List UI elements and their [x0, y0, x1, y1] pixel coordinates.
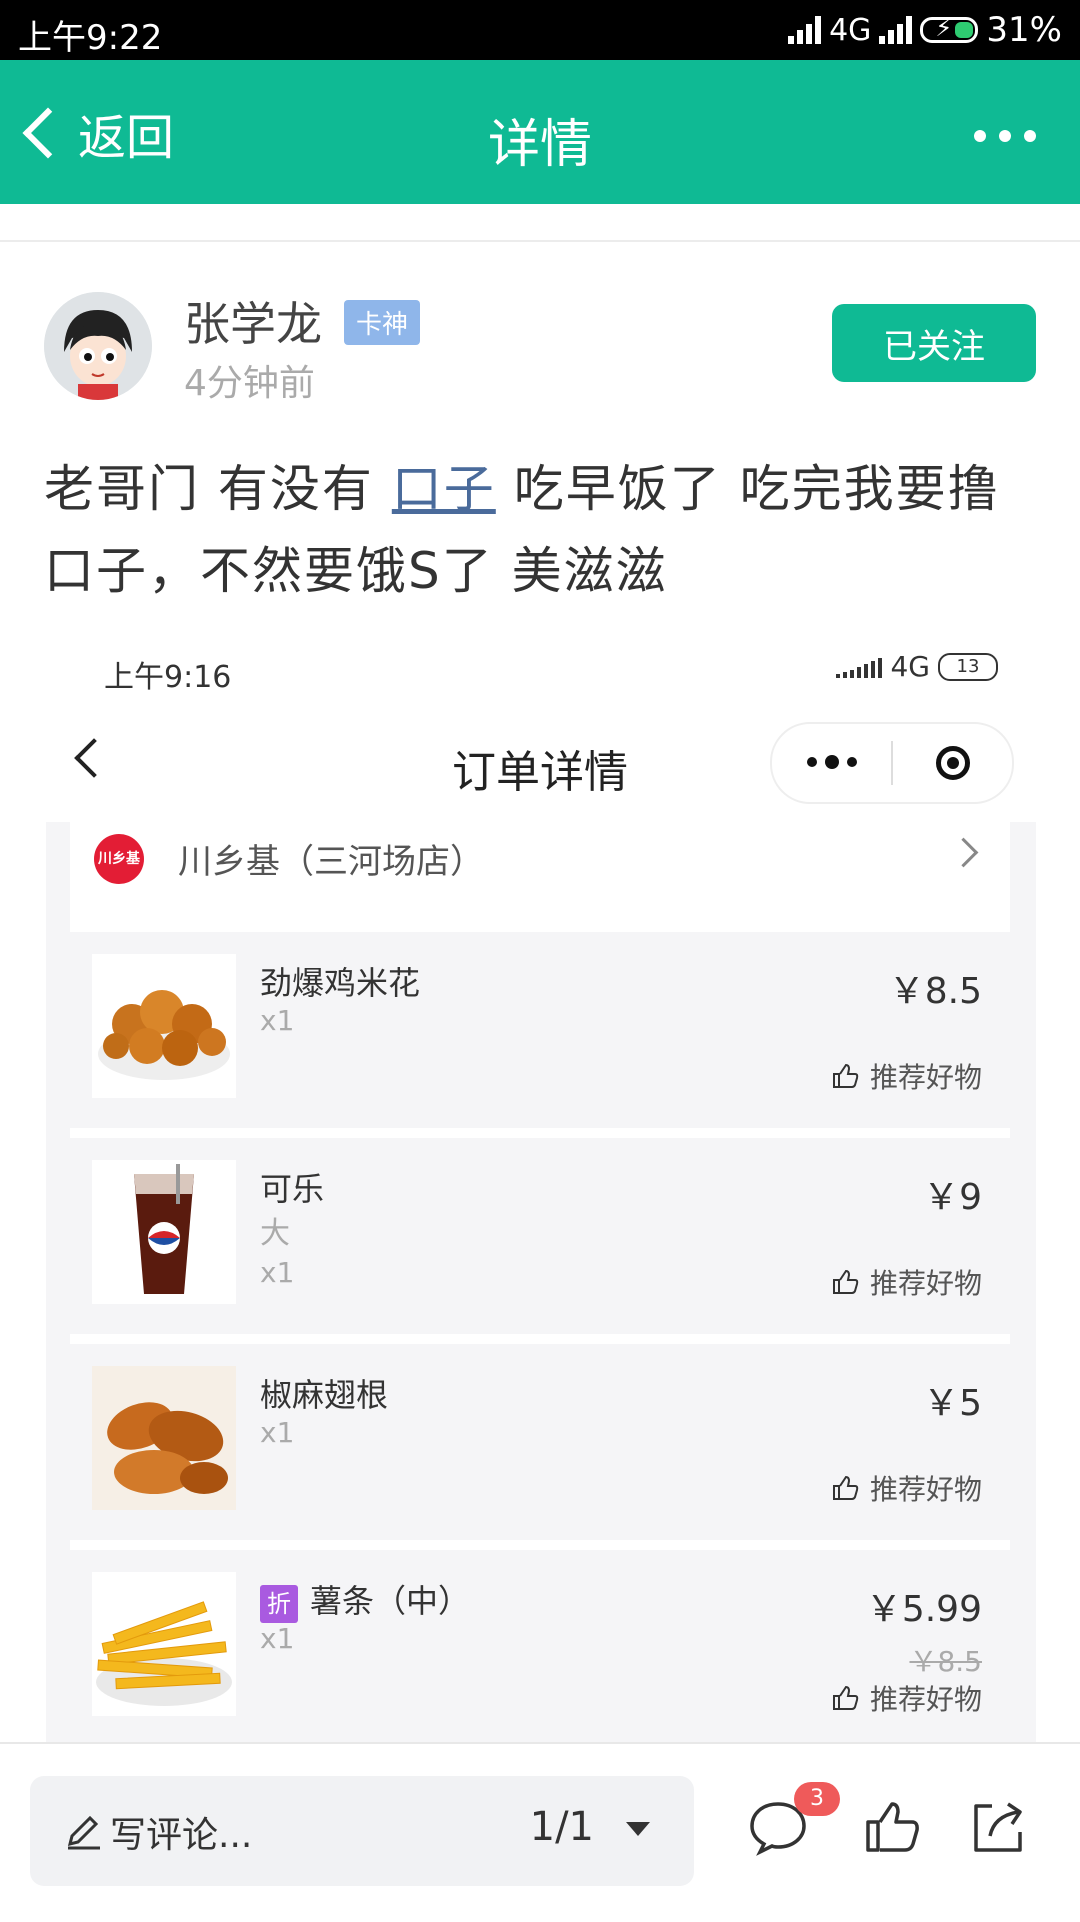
- like-icon[interactable]: [862, 1796, 922, 1856]
- item-price: ￥5.99: [865, 1589, 982, 1630]
- item-old-price: ￥8.5: [909, 1645, 982, 1678]
- post-text: 老哥门 有没有 口子 吃早饭了 吃完我要撸口子，不然要饿S了 美滋滋: [44, 448, 1040, 612]
- comment-placeholder: 写评论...: [110, 1815, 253, 1856]
- item-name: 劲爆鸡米花: [260, 964, 421, 1002]
- image-more-icon: [772, 755, 891, 769]
- nav-bar: 返回 详情: [0, 60, 1080, 204]
- pencil-icon: [67, 1815, 100, 1850]
- author-row: 张学龙 卡神 4分钟前 已关注: [44, 292, 1036, 412]
- thumbs-up-icon: [832, 1269, 859, 1294]
- item-image: [92, 1366, 236, 1510]
- signal-icon-2: [879, 16, 913, 44]
- bottom-bar: 写评论... 1/1 3: [0, 1742, 1080, 1922]
- page-title: 详情: [487, 115, 592, 175]
- item-image: [92, 1160, 236, 1304]
- thumbs-up-icon: [832, 1475, 859, 1500]
- chevron-down-icon[interactable]: [626, 1822, 650, 1836]
- recommend-label: 推荐好物: [869, 1473, 982, 1506]
- signal-icon: [788, 16, 822, 44]
- item-qty: x1: [260, 1004, 295, 1037]
- recommend-button: 推荐好物: [830, 1468, 982, 1508]
- item-name: 椒麻翅根: [260, 1376, 389, 1414]
- follow-button[interactable]: 已关注: [832, 304, 1036, 382]
- discount-badge: 折: [260, 1585, 298, 1623]
- recommend-label: 推荐好物: [869, 1061, 982, 1094]
- order-item: 折薯条（中） x1 ￥5.99 ￥8.5 推荐好物: [70, 1550, 1010, 1742]
- recommend-button: 推荐好物: [830, 1678, 982, 1718]
- order-item: 可乐 大 x1 ￥9 推荐好物: [70, 1138, 1010, 1334]
- status-bar: 上午9:22 4G ⚡ 31%: [0, 0, 1080, 60]
- item-qty: x1: [260, 1622, 295, 1655]
- comment-count-badge: 3: [794, 1782, 840, 1816]
- order-item: 劲爆鸡米花 x1 ￥8.5 推荐好物: [70, 932, 1010, 1128]
- avatar[interactable]: [44, 292, 152, 400]
- post-time: 4分钟前: [184, 363, 315, 404]
- page-indicator[interactable]: 1/1: [530, 1804, 594, 1850]
- item-name-text: 薯条（中）: [310, 1582, 471, 1620]
- image-signal-icon: [836, 656, 883, 678]
- share-icon[interactable]: [968, 1796, 1028, 1856]
- recommend-button: 推荐好物: [830, 1262, 982, 1302]
- item-name: 折薯条（中）: [260, 1576, 470, 1623]
- more-options-icon[interactable]: [974, 130, 1036, 142]
- post-image[interactable]: 上午9:16 4G 13 订单详情 川乡基 川乡基（三河场店） 劲爆鸡米花 x1…: [0, 632, 1080, 1742]
- item-image: [92, 954, 236, 1098]
- battery-icon: ⚡: [920, 14, 979, 43]
- recommend-label: 推荐好物: [869, 1267, 982, 1300]
- image-battery-icon: 13: [938, 652, 998, 681]
- comment-input[interactable]: 写评论... 1/1: [30, 1776, 694, 1886]
- store-name: 川乡基（三河场店）: [178, 842, 484, 882]
- store-logo: 川乡基: [94, 834, 144, 884]
- image-status-time: 上午9:16: [104, 660, 232, 695]
- recommend-label: 推荐好物: [869, 1683, 982, 1716]
- author-badge: 卡神: [344, 300, 421, 345]
- battery-percent: 31%: [986, 10, 1062, 50]
- image-status-indicators: 4G 13: [836, 650, 998, 683]
- image-capsule: [770, 722, 1014, 804]
- item-name: 可乐: [260, 1170, 325, 1208]
- item-image: [92, 1572, 236, 1716]
- item-price: ￥5: [923, 1383, 982, 1424]
- order-list: 川乡基 川乡基（三河场店） 劲爆鸡米花 x1 ￥8.5 推荐好物 可乐 大 x1…: [46, 822, 1036, 1742]
- order-item: 椒麻翅根 x1 ￥5 推荐好物: [70, 1344, 1010, 1540]
- thumbs-up-icon: [832, 1063, 859, 1088]
- chevron-right-icon: [948, 837, 979, 868]
- thumbs-up-icon: [832, 1685, 859, 1710]
- item-price: ￥8.5: [888, 971, 982, 1012]
- item-price: ￥9: [923, 1177, 982, 1218]
- item-qty: x1: [260, 1416, 295, 1449]
- author-name[interactable]: 张学龙: [184, 288, 322, 354]
- item-qty: x1: [260, 1256, 295, 1289]
- divider: [0, 240, 1080, 242]
- status-time: 上午9:22: [18, 18, 163, 58]
- post-link[interactable]: 口子: [392, 460, 496, 518]
- store-row: 川乡基 川乡基（三河场店）: [70, 822, 1010, 932]
- image-network-type: 4G: [890, 650, 930, 683]
- image-close-icon: [893, 746, 1012, 780]
- recommend-button: 推荐好物: [830, 1056, 982, 1096]
- network-type: 4G: [829, 12, 872, 48]
- item-spec: 大: [260, 1216, 290, 1251]
- status-indicators: 4G ⚡ 31%: [788, 10, 1062, 50]
- post-text-part1: 老哥门 有没有: [44, 460, 392, 518]
